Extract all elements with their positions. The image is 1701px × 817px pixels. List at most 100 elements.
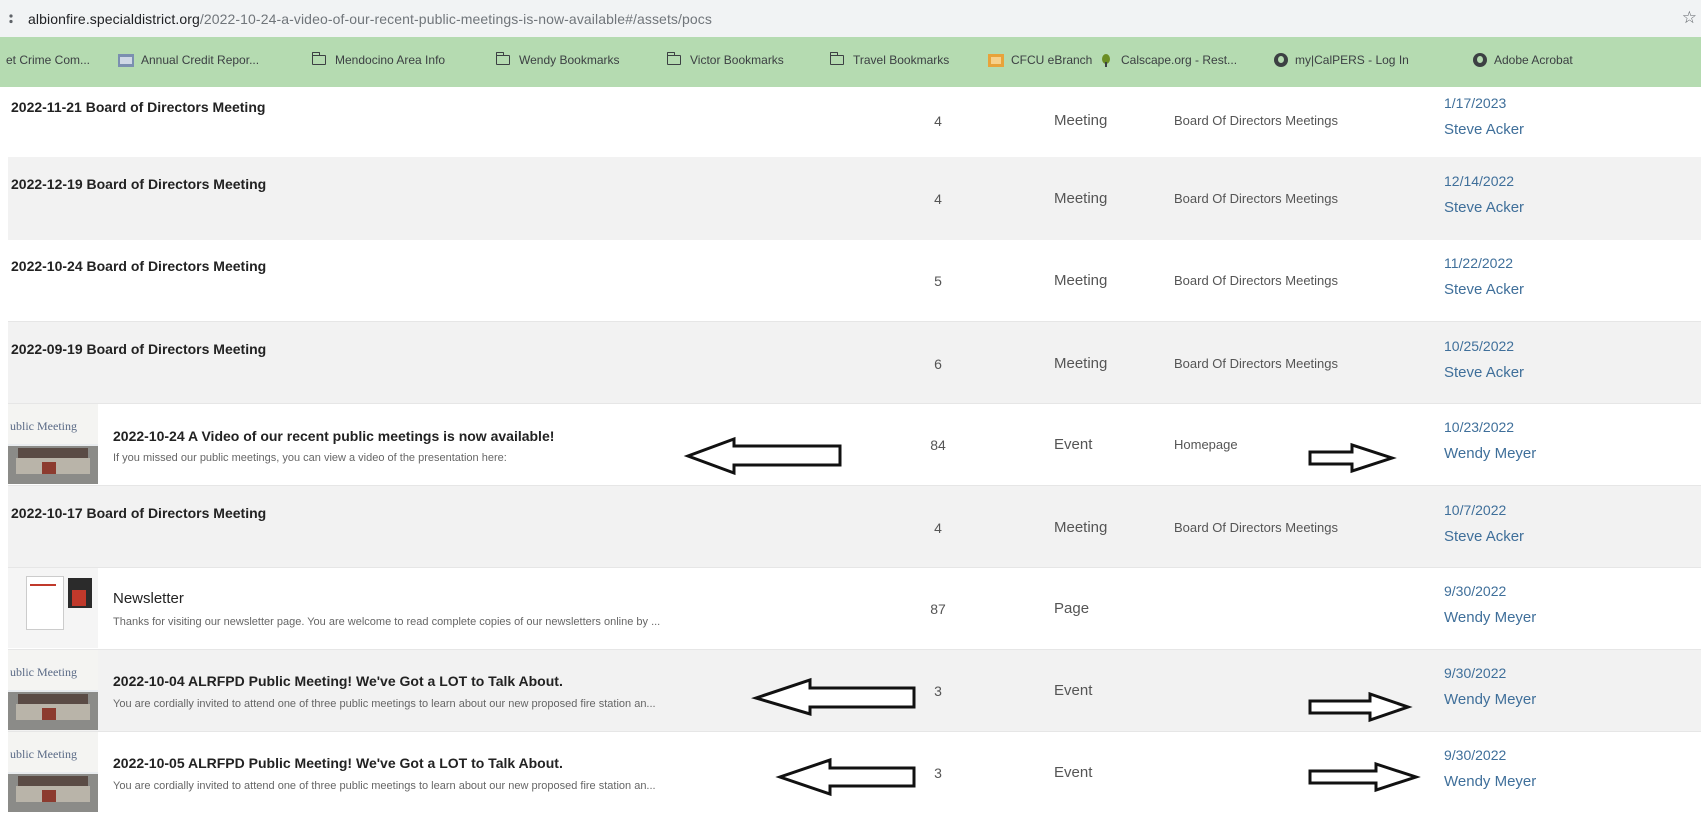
bookmark-calscape[interactable]: Calscape.org - Rest... [1098,53,1237,67]
row-title[interactable]: 2022-11-21 Board of Directors Meeting [11,99,265,115]
row-author[interactable]: Steve Acker [1444,281,1524,298]
table-row[interactable]: 2022-10-17 Board of Directors Meeting 4 … [8,486,1701,568]
row-type: Event [1054,764,1093,781]
left-arrow-annotation [775,757,916,797]
table-row[interactable]: 2022-09-19 Board of Directors Meeting 6 … [8,322,1701,404]
row-date: 11/22/2022 [1444,255,1514,271]
row-category: Board Of Directors Meetings [1174,356,1339,371]
url-text[interactable]: albionfire.specialdistrict.org/2022-10-2… [28,11,712,27]
folder-icon [311,52,326,65]
row-thumbnail[interactable] [8,568,98,648]
bookmark-wendy[interactable]: Wendy Bookmarks [495,52,620,67]
left-arrow-annotation [683,436,842,476]
folder-icon [495,52,510,65]
row-type: Page [1054,600,1090,617]
table-row[interactable]: ublic Meeting 2022-10-24 A Video of our … [8,404,1701,486]
folder-icon [829,52,844,65]
thumbnail-caption: ublic Meeting [10,747,77,761]
site-info-icon[interactable] [6,13,16,25]
row-title[interactable]: 2022-10-05 ALRFPD Public Meeting! We've … [113,755,563,771]
bookmark-cfcu[interactable]: CFCU eBranch [988,53,1092,67]
row-title[interactable]: 2022-12-19 Board of Directors Meeting [11,176,266,192]
thumbnail-caption: ublic Meeting [10,419,77,433]
table-row[interactable]: 2022-10-24 Board of Directors Meeting 5 … [8,240,1701,322]
url-host: albionfire.specialdistrict.org [28,10,200,27]
row-author[interactable]: Steve Acker [1444,528,1524,545]
right-arrow-annotation [1308,761,1421,793]
right-arrow-annotation [1308,442,1397,474]
row-count: 4 [934,520,942,536]
bookmark-star-icon[interactable]: ☆ [1682,8,1697,28]
row-thumbnail[interactable]: ublic Meeting [8,404,98,484]
bookmark-calpers[interactable]: my|CalPERS - Log In [1274,53,1409,67]
bookmark-crime[interactable]: et Crime Com... [6,53,90,67]
row-thumbnail[interactable]: ublic Meeting [8,732,98,812]
row-author[interactable]: Wendy Meyer [1444,773,1536,790]
row-type: Meeting [1054,355,1108,372]
row-date: 12/14/2022 [1444,173,1515,189]
row-category: Board Of Directors Meetings [1174,520,1339,535]
folder-icon [666,52,681,65]
row-title[interactable]: 2022-10-04 ALRFPD Public Meeting! We've … [113,673,563,689]
row-count: 6 [934,356,942,372]
row-author[interactable]: Wendy Meyer [1444,691,1536,708]
bookmark-label: Adobe Acrobat [1494,53,1573,67]
bookmark-label: Travel Bookmarks [853,53,950,67]
row-category: Homepage [1174,437,1238,452]
row-title[interactable]: Newsletter [113,590,184,607]
bookmark-victor[interactable]: Victor Bookmarks [666,52,784,67]
bookmark-mendocino[interactable]: Mendocino Area Info [311,52,446,67]
row-date: 10/25/2022 [1444,338,1515,354]
row-description: Thanks for visiting our newsletter page.… [113,616,661,628]
bookmark-label: Mendocino Area Info [335,53,446,67]
row-title[interactable]: 2022-10-17 Board of Directors Meeting [11,505,266,521]
row-count: 3 [934,683,942,699]
row-count: 84 [930,437,946,453]
row-title[interactable]: 2022-10-24 Board of Directors Meeting [11,258,266,274]
row-author[interactable]: Wendy Meyer [1444,609,1536,626]
bookmark-label: Annual Credit Repor... [141,53,260,67]
credit-icon [118,53,134,67]
row-author[interactable]: Steve Acker [1444,121,1524,138]
globe-icon [1274,53,1288,67]
row-type: Meeting [1054,112,1108,129]
address-bar[interactable]: albionfire.specialdistrict.org/2022-10-2… [0,0,1701,38]
row-type: Meeting [1054,519,1108,536]
row-date: 9/30/2022 [1444,665,1507,681]
bookmark-label: Calscape.org - Rest... [1121,53,1238,67]
row-type: Meeting [1054,190,1108,207]
row-count: 4 [934,113,942,129]
url-path: /2022-10-24-a-video-of-our-recent-public… [199,10,712,27]
globe-icon [1473,53,1487,67]
row-author[interactable]: Wendy Meyer [1444,445,1536,462]
bookmark-adobe[interactable]: Adobe Acrobat [1473,53,1573,67]
row-count: 87 [930,601,946,617]
bookmark-label: my|CalPERS - Log In [1295,53,1409,67]
thumbnail-caption: ublic Meeting [10,665,77,679]
bookmark-label: CFCU eBranch [1011,53,1093,67]
row-date: 10/7/2022 [1444,502,1507,518]
table-row[interactable]: Newsletter Thanks for visiting our newsl… [8,568,1701,650]
row-author[interactable]: Steve Acker [1444,364,1524,381]
bookmark-label: Wendy Bookmarks [519,53,620,67]
row-count: 4 [934,191,942,207]
row-type: Meeting [1054,272,1108,289]
row-thumbnail[interactable]: ublic Meeting [8,650,98,730]
row-category: Board Of Directors Meetings [1174,273,1339,288]
bookmark-label: et Crime Com... [6,53,91,67]
row-description: You are cordially invited to attend one … [113,780,656,792]
bookmark-credit-report[interactable]: Annual Credit Repor... [118,53,259,67]
calscape-icon [1102,53,1110,67]
table-row[interactable]: 2022-12-19 Board of Directors Meeting 4 … [8,157,1701,240]
bookmark-travel[interactable]: Travel Bookmarks [829,52,950,67]
row-title[interactable]: 2022-09-19 Board of Directors Meeting [11,341,266,357]
row-type: Event [1054,682,1093,699]
row-description: If you missed our public meetings, you c… [113,452,507,464]
row-date: 10/23/2022 [1444,419,1515,435]
row-author[interactable]: Steve Acker [1444,199,1524,216]
cfcu-icon [988,53,1004,67]
row-type: Event [1054,436,1093,453]
row-title[interactable]: 2022-10-24 A Video of our recent public … [113,428,554,444]
row-category: Board Of Directors Meetings [1174,113,1339,128]
table-row[interactable]: 2022-11-21 Board of Directors Meeting 4 … [8,87,1701,157]
